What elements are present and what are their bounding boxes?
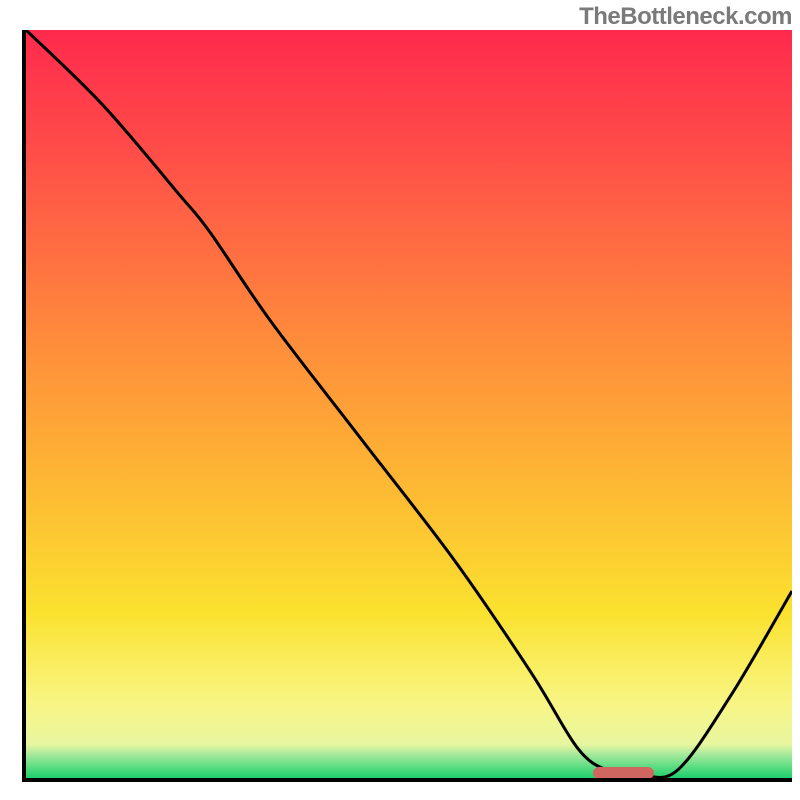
curve-svg	[26, 30, 792, 778]
bottleneck-curve-path	[26, 30, 792, 777]
chart-stage: TheBottleneck.com	[0, 0, 800, 800]
bottleneck-marker-pill	[593, 767, 654, 779]
curve-layer	[26, 30, 792, 778]
plot-area	[22, 30, 792, 782]
branding-label: TheBottleneck.com	[579, 3, 792, 31]
